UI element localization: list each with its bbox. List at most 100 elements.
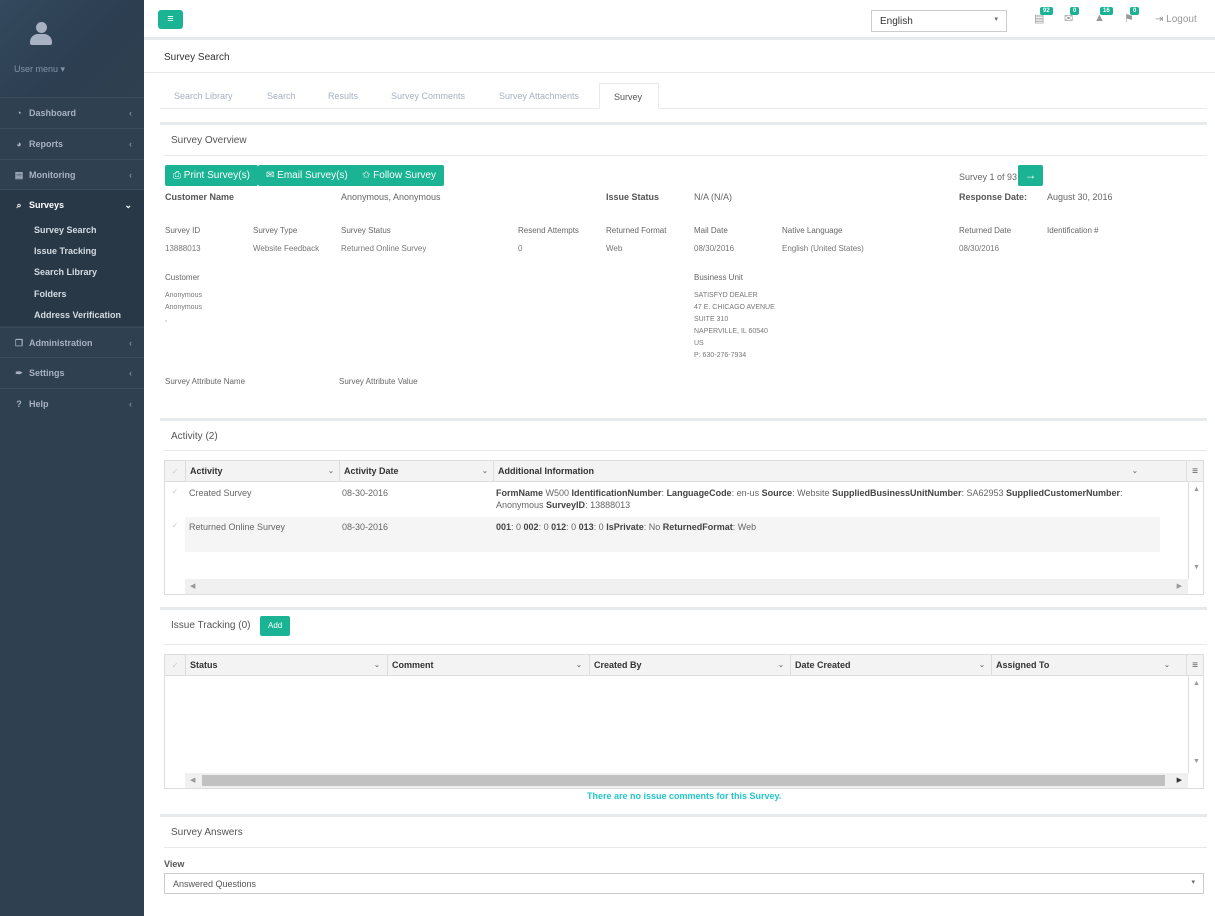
column-header-date-created[interactable]: Date Created ⌄ (790, 655, 991, 676)
page-title: Survey Search (164, 52, 230, 63)
grid-menu-icon[interactable]: ≡ (1186, 461, 1203, 482)
tab-survey[interactable]: Survey (599, 83, 659, 109)
sidebar-item-surveys[interactable]: ⌕ Surveys ⌄ (0, 189, 144, 219)
menu-toggle-button[interactable]: ≡ (158, 10, 183, 29)
submenu-item-folders[interactable]: Folders (34, 289, 67, 299)
tab-search[interactable]: Search (253, 83, 310, 109)
alert-icon[interactable]: ▲ 16 (1094, 7, 1113, 26)
activity-title: Activity (2) (171, 431, 218, 442)
sort-icon: ⌄ (979, 662, 985, 669)
horizontal-scrollbar[interactable]: ◀ ▶ (185, 773, 1188, 788)
sign-out-icon: ⇥ (1155, 14, 1164, 25)
follow-survey-button[interactable]: ✩ Follow Survey (354, 165, 444, 186)
column-header-activity-date[interactable]: Activity Date ⌄ (339, 461, 493, 482)
print-surveys-button[interactable]: ⎙ Print Survey(s) (165, 165, 258, 186)
info-value: : 0 (566, 522, 579, 532)
question-icon: ? (16, 399, 22, 409)
scroll-right-icon[interactable]: ▶ (1177, 582, 1182, 590)
table-row[interactable]: Created Survey 08-30-2016 FormName W500 … (185, 482, 1160, 517)
section-divider (164, 450, 1207, 451)
info-value: : 0 (593, 522, 607, 532)
info-key: SuppliedBusinessUnitNumber (831, 488, 962, 498)
scroll-right-icon[interactable]: ▶ (1177, 776, 1182, 784)
scroll-left-icon[interactable]: ◀ (190, 582, 195, 590)
table-row[interactable]: Returned Online Survey 08-30-2016 001: 0… (185, 517, 1160, 552)
horizontal-scrollbar[interactable]: ◀ ▶ (185, 579, 1188, 594)
scroll-left-icon[interactable]: ◀ (190, 776, 195, 784)
info-key: LanguageCode (666, 488, 732, 498)
sidebar-item-help[interactable]: ? Help ‹ (0, 388, 144, 418)
vertical-scrollbar[interactable]: ▲ ▼ (1188, 482, 1203, 579)
info-key: IsPrivate (606, 522, 644, 532)
business-unit-label: Business Unit (694, 273, 743, 282)
select-all-checkbox[interactable]: ✓ (165, 661, 185, 670)
survey-attribute-name-label: Survey Attribute Name (165, 377, 246, 386)
customer-address: Anonymous Anonymous , (165, 290, 202, 326)
sidebar-item-reports[interactable]: ◕ Reports ‹ (0, 128, 144, 158)
sidebar-item-dashboard[interactable]: ◔ Dashboard ‹ (0, 97, 144, 127)
column-header-status[interactable]: Status ⌄ (185, 655, 387, 676)
notification-badge: 16 (1100, 7, 1113, 15)
tab-survey-comments[interactable]: Survey Comments (377, 83, 479, 109)
scrollbar-thumb[interactable] (202, 775, 1165, 786)
scroll-up-icon[interactable]: ▲ (1193, 680, 1200, 687)
address-line: US (694, 340, 704, 347)
flag-icon[interactable]: ⚑ 0 (1124, 7, 1140, 26)
field-value: 08/30/2016 (959, 244, 1000, 253)
language-value: English (880, 16, 913, 27)
info-value: : SA62953 (961, 488, 1007, 498)
scroll-up-icon[interactable]: ▲ (1193, 486, 1200, 493)
field-value: English (United States) (782, 244, 864, 253)
notification-badge: 92 (1040, 7, 1053, 15)
section-divider (160, 607, 1207, 610)
submenu-item-address-verification[interactable]: Address Verification (34, 310, 121, 320)
info-key: Source (761, 488, 793, 498)
add-issue-button[interactable]: Add (260, 616, 291, 636)
email-surveys-button[interactable]: ✉ Email Survey(s) (258, 165, 356, 186)
column-header-activity[interactable]: Activity ⌄ (185, 461, 339, 482)
scroll-down-icon[interactable]: ▼ (1193, 758, 1200, 765)
column-header-created-by[interactable]: Created By ⌄ (589, 655, 790, 676)
sidebar-item-administration[interactable]: ❐ Administration ‹ (0, 327, 144, 357)
tab-search-library[interactable]: Search Library (160, 83, 247, 109)
info-value: : 0 (538, 522, 552, 532)
sidebar-item-settings[interactable]: ✒ Settings ‹ (0, 357, 144, 387)
language-select[interactable]: English ▾ (871, 10, 1007, 32)
scroll-down-icon[interactable]: ▼ (1193, 564, 1200, 571)
grid-menu-icon[interactable]: ≡ (1186, 655, 1203, 676)
submenu-item-issue-tracking[interactable]: Issue Tracking (34, 246, 97, 256)
submenu-item-search-library[interactable]: Search Library (34, 267, 97, 277)
user-menu-toggle[interactable]: User menu ▾ (14, 64, 65, 75)
column-label: Date Created (795, 660, 851, 670)
field-value: Website Feedback (253, 244, 320, 253)
profile-area: User menu ▾ (0, 0, 144, 96)
field-label: Mail Date (694, 226, 728, 235)
logout-link[interactable]: ⇥ Logout (1155, 14, 1197, 25)
row-checkbox[interactable]: ✓ (165, 487, 185, 496)
tab-results[interactable]: Results (314, 83, 372, 109)
info-value: : Web (732, 522, 757, 532)
select-all-checkbox[interactable]: ✓ (165, 467, 185, 476)
section-divider (160, 814, 1207, 817)
vertical-scrollbar[interactable]: ▲ ▼ (1188, 676, 1203, 773)
tab-survey-attachments[interactable]: Survey Attachments (485, 83, 593, 109)
column-header-additional-information[interactable]: Additional Information ⌄ (493, 461, 1160, 482)
field-label: Returned Date (959, 226, 1012, 235)
view-select[interactable]: Answered Questions ▾ (164, 873, 1204, 894)
row-checkbox[interactable]: ✓ (165, 521, 185, 530)
column-header-comment[interactable]: Comment ⌄ (387, 655, 589, 676)
document-icon[interactable]: ▤ 92 (1034, 7, 1053, 26)
column-label: Additional Information (498, 466, 594, 476)
field-label: Returned Format (606, 226, 667, 235)
column-header-assigned-to[interactable]: Assigned To ⌄ (991, 655, 1186, 676)
issue-status-value: N/A (N/A) (694, 192, 733, 202)
logout-label: Logout (1166, 14, 1197, 25)
business-unit-address: SATISFYD DEALER 47 E. CHICAGO AVENUE SUI… (694, 290, 775, 362)
submenu-item-survey-search[interactable]: Survey Search (34, 225, 97, 235)
column-label: Created By (594, 660, 642, 670)
sidebar-item-monitoring[interactable]: ▤ Monitoring ‹ (0, 159, 144, 189)
next-survey-button[interactable]: → (1018, 165, 1043, 186)
envelope-icon[interactable]: ✉ 0 (1064, 7, 1080, 26)
sidebar-item-label: Help (29, 399, 49, 409)
info-value: : 13888013 (585, 500, 631, 510)
